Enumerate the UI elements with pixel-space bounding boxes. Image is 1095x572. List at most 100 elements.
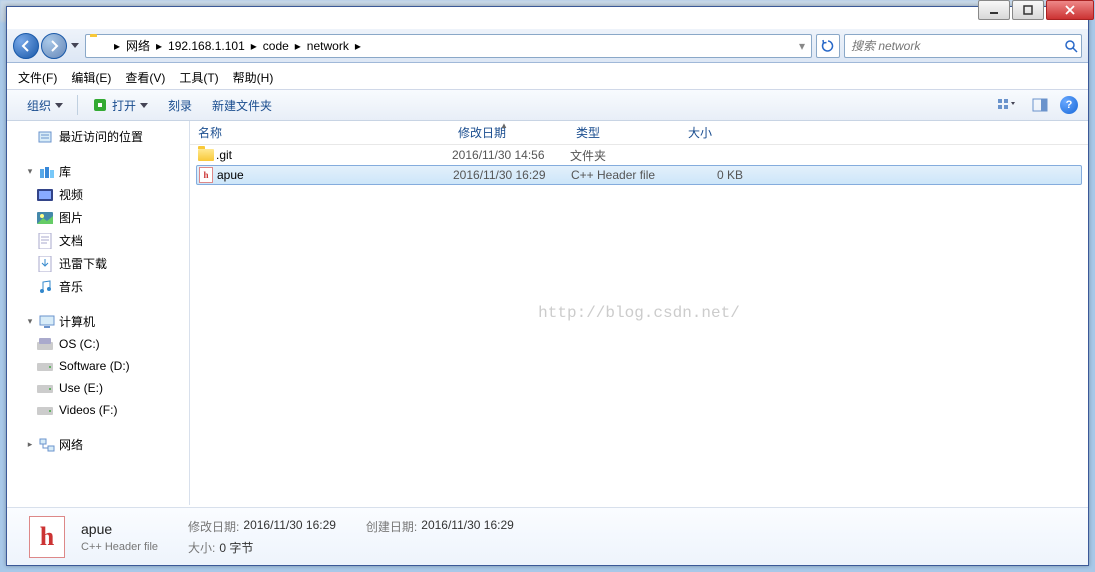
crumb-code[interactable]: code xyxy=(259,35,293,57)
column-type[interactable]: 类型 xyxy=(568,121,680,144)
burn-button[interactable]: 刻录 xyxy=(158,93,202,118)
file-size: 0 KB xyxy=(683,168,743,182)
sidebar-item-thunder[interactable]: 迅雷下载 xyxy=(7,252,189,275)
refresh-button[interactable] xyxy=(816,34,840,58)
crumb-network[interactable]: 网络 xyxy=(122,35,154,57)
close-button[interactable] xyxy=(1046,0,1094,20)
sidebar-group-network[interactable]: ▸ 网络 xyxy=(7,433,189,456)
created-value: 2016/11/30 16:29 xyxy=(421,518,514,535)
chevron-right-icon[interactable]: ▸ xyxy=(154,35,164,57)
sidebar-item-label: 迅雷下载 xyxy=(59,255,107,272)
search-input[interactable] xyxy=(851,39,1061,53)
drive-icon xyxy=(37,402,53,418)
file-type: C++ Header file xyxy=(571,168,683,182)
command-bar: 组织 打开 刻录 新建文件夹 ? xyxy=(7,89,1088,121)
sidebar-item-drive-c[interactable]: OS (C:) xyxy=(7,333,189,355)
sidebar-group-libraries[interactable]: ▾ 库 xyxy=(7,160,189,183)
sidebar-item-label: 文档 xyxy=(59,232,83,249)
view-options-button[interactable] xyxy=(992,94,1020,116)
sidebar-item-label: 最近访问的位置 xyxy=(59,128,143,145)
expand-icon[interactable]: ▾ xyxy=(25,166,35,177)
sidebar-item-drive-f[interactable]: Videos (F:) xyxy=(7,399,189,421)
music-icon xyxy=(37,279,53,295)
details-filename: apue xyxy=(81,521,158,537)
column-name[interactable]: 名称 xyxy=(190,121,450,144)
address-dropdown[interactable]: ▾ xyxy=(793,39,811,53)
help-button[interactable]: ? xyxy=(1060,96,1078,114)
app-icon xyxy=(92,97,108,113)
chevron-right-icon[interactable]: ▸ xyxy=(112,35,122,57)
forward-button[interactable] xyxy=(41,33,67,59)
details-file-icon: h xyxy=(23,515,71,559)
header-file-icon: h xyxy=(199,167,217,183)
sidebar-item-pictures[interactable]: 图片 xyxy=(7,206,189,229)
sidebar-group-label: 网络 xyxy=(59,436,83,453)
history-dropdown[interactable] xyxy=(69,36,81,56)
details-filetype: C++ Header file xyxy=(81,541,158,553)
organize-button[interactable]: 组织 xyxy=(17,93,73,118)
file-name: apue xyxy=(217,168,453,182)
sidebar-item-label: Software (D:) xyxy=(59,359,130,373)
file-list: ▲ 名称 修改日期 类型 大小 .git 2016/11/30 14:56 文件… xyxy=(190,121,1088,505)
menu-tools[interactable]: 工具(T) xyxy=(173,67,224,88)
libraries-icon xyxy=(39,164,55,180)
file-row-git[interactable]: .git 2016/11/30 14:56 文件夹 xyxy=(190,145,1088,165)
file-date: 2016/11/30 14:56 xyxy=(452,148,570,162)
open-button[interactable]: 打开 xyxy=(82,93,158,118)
crumb-folder[interactable]: network xyxy=(303,35,353,57)
sidebar-item-label: 视频 xyxy=(59,186,83,203)
sidebar-item-label: Videos (F:) xyxy=(59,403,117,417)
file-row-apue[interactable]: h apue 2016/11/30 16:29 C++ Header file … xyxy=(196,165,1082,185)
back-button[interactable] xyxy=(13,33,39,59)
expand-icon[interactable]: ▸ xyxy=(25,439,35,450)
new-folder-button[interactable]: 新建文件夹 xyxy=(202,93,282,118)
file-date: 2016/11/30 16:29 xyxy=(453,168,571,182)
menu-help[interactable]: 帮助(H) xyxy=(227,67,280,88)
menu-bar: 文件(F) 编辑(E) 查看(V) 工具(T) 帮助(H) xyxy=(12,66,279,88)
sidebar-group-computer[interactable]: ▾ 计算机 xyxy=(7,310,189,333)
column-date[interactable]: 修改日期 xyxy=(450,121,568,144)
chevron-right-icon[interactable]: ▸ xyxy=(249,35,259,57)
file-type: 文件夹 xyxy=(570,147,682,164)
column-headers: 名称 修改日期 类型 大小 xyxy=(190,121,1088,145)
modified-label: 修改日期: xyxy=(188,518,239,535)
menu-file[interactable]: 文件(F) xyxy=(12,67,63,88)
created-label: 创建日期: xyxy=(366,518,417,535)
sidebar-item-drive-e[interactable]: Use (E:) xyxy=(7,377,189,399)
sidebar-item-label: OS (C:) xyxy=(59,337,100,351)
preview-pane-button[interactable] xyxy=(1026,94,1054,116)
maximize-button[interactable] xyxy=(1012,0,1044,20)
search-icon[interactable] xyxy=(1061,39,1081,53)
menu-edit[interactable]: 编辑(E) xyxy=(65,67,117,88)
sidebar-group-label: 库 xyxy=(59,163,71,180)
minimize-button[interactable] xyxy=(978,0,1010,20)
details-pane: h apue C++ Header file 修改日期: 2016/11/30 1… xyxy=(7,507,1088,565)
picture-icon xyxy=(37,210,53,226)
explorer-window: ▸ 网络 ▸ 192.168.1.101 ▸ code ▸ network ▸ … xyxy=(6,6,1089,566)
sidebar-item-music[interactable]: 音乐 xyxy=(7,275,189,298)
sidebar-item-documents[interactable]: 文档 xyxy=(7,229,189,252)
search-box[interactable] xyxy=(844,34,1082,58)
size-label: 大小: xyxy=(188,539,215,556)
navigation-pane: 最近访问的位置 ▾ 库 视频 图片 文档 迅雷下载 音乐 ▾ 计算机 OS (C… xyxy=(7,121,190,505)
expand-icon[interactable]: ▾ xyxy=(25,316,35,327)
drive-icon xyxy=(37,336,53,352)
sidebar-item-label: Use (E:) xyxy=(59,381,103,395)
sidebar-item-videos[interactable]: 视频 xyxy=(7,183,189,206)
crumb-host[interactable]: 192.168.1.101 xyxy=(164,35,249,57)
sidebar-item-label: 图片 xyxy=(59,209,83,226)
sidebar-item-drive-d[interactable]: Software (D:) xyxy=(7,355,189,377)
sidebar-item-label: 音乐 xyxy=(59,278,83,295)
chevron-right-icon[interactable]: ▸ xyxy=(353,35,363,57)
sidebar-item-recent[interactable]: 最近访问的位置 xyxy=(7,125,189,148)
folder-icon xyxy=(198,147,216,163)
column-size[interactable]: 大小 xyxy=(680,121,750,144)
sort-indicator-icon: ▲ xyxy=(500,121,508,130)
location-icon xyxy=(90,37,108,55)
menu-view[interactable]: 查看(V) xyxy=(119,67,171,88)
breadcrumb[interactable]: ▸ 网络 ▸ 192.168.1.101 ▸ code ▸ network ▸ … xyxy=(85,34,812,58)
recent-icon xyxy=(37,129,53,145)
chevron-right-icon[interactable]: ▸ xyxy=(293,35,303,57)
watermark: http://blog.csdn.net/ xyxy=(538,304,740,322)
computer-icon xyxy=(39,314,55,330)
